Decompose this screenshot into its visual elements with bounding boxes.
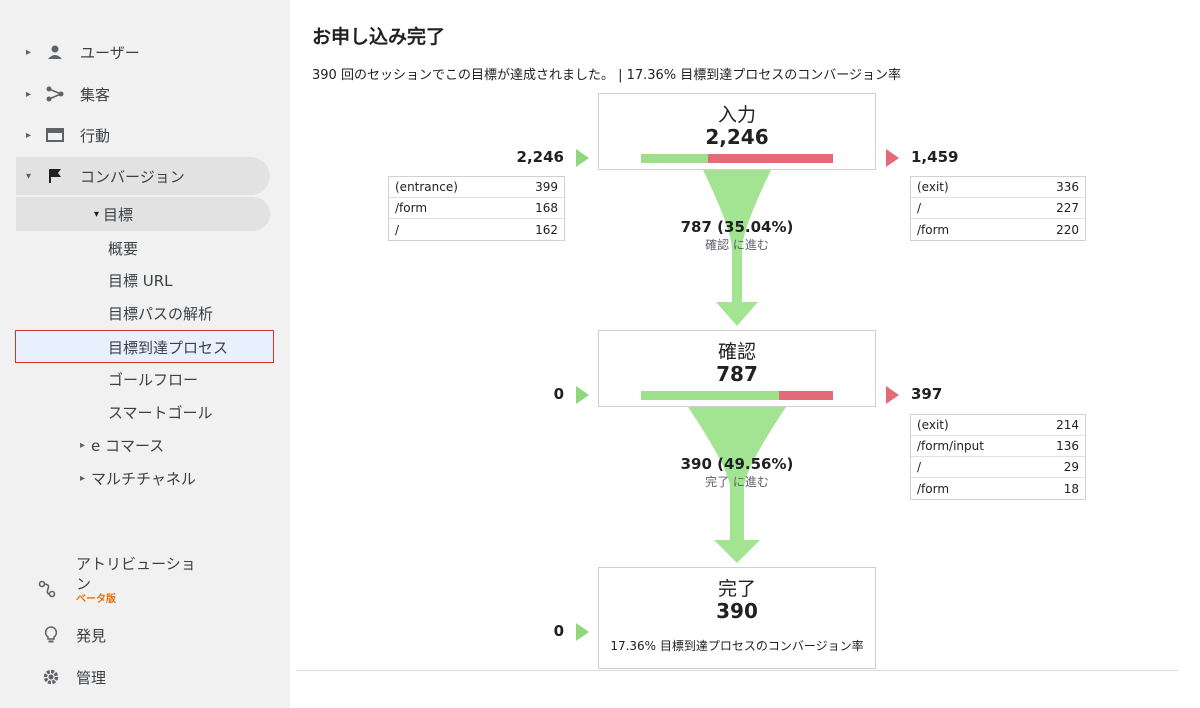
funnel-step-complete[interactable]: 完了 390 17.36% 目標到達プロセスのコンバージョン率 <box>598 567 876 669</box>
row-count: 214 <box>1056 418 1079 432</box>
flow-label-2: 390 (49.56%) 完了 に進む <box>637 455 837 490</box>
step-name: 確認 <box>717 341 756 363</box>
step-name: 完了 <box>717 578 756 600</box>
exit-arrow-icon <box>886 386 899 404</box>
row-count: 220 <box>1056 222 1079 237</box>
proceed-segment <box>641 154 709 163</box>
row-page: / <box>917 201 922 215</box>
row-count: 227 <box>1056 201 1079 215</box>
table-row[interactable]: /form 168 <box>389 198 564 219</box>
row-count: 136 <box>1056 439 1079 453</box>
row-page: / <box>395 222 400 237</box>
entrances-count: 2,246 <box>516 148 564 166</box>
table-row[interactable]: / 227 <box>911 198 1085 219</box>
table-row[interactable]: /form 220 <box>911 219 1085 240</box>
proceed-segment <box>641 391 780 400</box>
entrances-count: 0 <box>553 622 564 640</box>
table-row[interactable]: (exit) 336 <box>911 177 1085 198</box>
step-progress-bar <box>641 154 833 163</box>
conversion-rate-text: 17.36% 目標到達プロセスのコンバージョン率 <box>610 639 864 653</box>
entrance-arrow-icon <box>576 386 589 404</box>
flow-caption: 確認 に進む <box>705 238 769 252</box>
table-row[interactable]: (entrance) 399 <box>389 177 564 198</box>
step-value: 390 <box>716 599 758 623</box>
exit-arrow-icon <box>886 149 899 167</box>
flow-value: 787 (35.04%) <box>680 218 794 236</box>
step-progress-bar <box>641 391 833 400</box>
row-page: /form <box>917 222 950 237</box>
exit-table: (exit) 336 / 227 /form 220 <box>910 176 1086 241</box>
exits-count: 1,459 <box>911 148 959 166</box>
funnel-step-confirm[interactable]: 確認 787 <box>598 330 876 407</box>
step-name: 入力 <box>717 104 756 126</box>
entrance-table: (entrance) 399 /form 168 / 162 <box>388 176 565 241</box>
row-page: /form/input <box>917 439 984 453</box>
exit-segment <box>779 391 833 400</box>
table-row[interactable]: / 29 <box>911 457 1085 478</box>
table-row[interactable]: / 162 <box>389 219 564 240</box>
row-count: 336 <box>1056 180 1079 194</box>
row-count: 18 <box>1063 481 1079 496</box>
flow-value: 390 (49.56%) <box>680 455 794 473</box>
flow-caption: 完了 に進む <box>705 475 769 489</box>
exit-segment <box>708 154 833 163</box>
table-row[interactable]: (exit) 214 <box>911 415 1085 436</box>
table-row[interactable]: /form 18 <box>911 478 1085 499</box>
row-page: (entrance) <box>395 180 458 194</box>
step-value: 787 <box>716 362 758 386</box>
funnel-step-input[interactable]: 入力 2,246 <box>598 93 876 170</box>
row-page: / <box>917 460 922 474</box>
entrances-count: 0 <box>553 385 564 403</box>
entrance-arrow-icon <box>576 623 589 641</box>
row-page: /form <box>395 201 428 215</box>
row-count: 162 <box>535 222 558 237</box>
step-value: 2,246 <box>705 125 769 149</box>
row-page: (exit) <box>917 418 949 432</box>
exits-count: 397 <box>911 385 943 403</box>
row-page: (exit) <box>917 180 949 194</box>
exit-table: (exit) 214 /form/input 136 / 29 /form 18 <box>910 414 1086 500</box>
entrance-arrow-icon <box>576 149 589 167</box>
table-row[interactable]: /form/input 136 <box>911 436 1085 457</box>
flow-label-1: 787 (35.04%) 確認 に進む <box>637 218 837 253</box>
row-page: /form <box>917 481 950 496</box>
row-count: 399 <box>535 180 558 194</box>
row-count: 168 <box>535 201 558 215</box>
row-count: 29 <box>1063 460 1079 474</box>
